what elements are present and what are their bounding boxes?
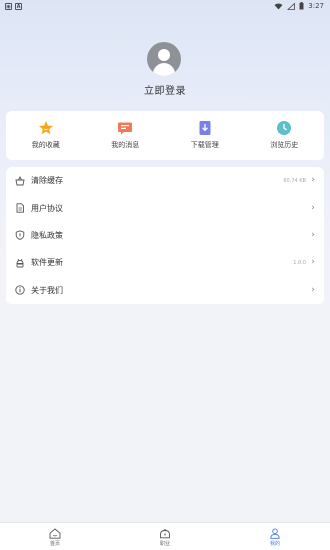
basket-icon (14, 175, 25, 186)
row-label-software-update: 软件更新 (31, 258, 63, 268)
status-bar: ◉ A 3:27 (0, 0, 330, 14)
tab-label-home: 首页 (49, 541, 60, 547)
avatar-head (158, 49, 170, 61)
list-item-software-update[interactable]: 软件更新 1.0.0 › (6, 249, 324, 276)
row-label-about-us: 关于我们 (31, 285, 63, 295)
settings-list: 清除缓存 60.74 KB › 用户协议 › 隐私政策 › 软件更新 1.0.0… (6, 167, 324, 304)
status-time: 3:27 (308, 2, 324, 10)
shield-icon (14, 230, 25, 241)
bottom-tab-bar: 首页 职业 我的 (0, 522, 330, 550)
row-label-user-agreement: 用户协议 (31, 203, 63, 213)
chevron-right-icon: › (311, 284, 315, 295)
cache-size: 60.74 KB (283, 177, 306, 184)
tab-label-career: 职业 (159, 541, 170, 547)
tab-mine[interactable]: 我的 (220, 523, 330, 550)
status-left: ◉ A (5, 3, 22, 10)
download-icon (196, 119, 214, 137)
tab-label-mine: 我的 (269, 541, 280, 547)
quick-item-favorites[interactable]: 我的收藏 (6, 111, 86, 160)
document-icon (14, 203, 25, 214)
row-label-privacy-policy: 隐私政策 (31, 230, 63, 240)
star-icon (37, 119, 55, 137)
quick-item-messages[interactable]: 我的消息 (86, 111, 166, 160)
status-right: 3:27 (274, 2, 324, 10)
quick-label-history: 浏览历史 (270, 141, 299, 149)
quick-label-favorites: 我的收藏 (31, 141, 60, 149)
quick-label-downloads: 下载管理 (190, 141, 219, 149)
info-icon (14, 285, 25, 296)
chevron-right-icon: › (311, 202, 315, 213)
tab-career[interactable]: 职业 (110, 523, 220, 550)
list-item-privacy-policy[interactable]: 隐私政策 › (6, 222, 324, 249)
notification-icon: ◉ (5, 3, 12, 10)
message-icon (116, 119, 134, 137)
chevron-right-icon: › (311, 257, 315, 268)
wifi-icon (274, 3, 283, 9)
tab-home[interactable]: 首页 (0, 523, 110, 550)
quick-item-downloads[interactable]: 下载管理 (165, 111, 245, 160)
history-icon (275, 119, 293, 137)
quick-label-messages: 我的消息 (111, 141, 140, 149)
app-version: 1.0.0 (293, 259, 306, 266)
login-button[interactable]: 立即登录 (0, 82, 330, 97)
person-icon (269, 527, 281, 539)
row-label-clear-cache: 清除缓存 (31, 176, 63, 186)
android-icon (14, 257, 25, 268)
battery-icon (299, 2, 304, 10)
list-item-user-agreement[interactable]: 用户协议 › (6, 194, 324, 221)
chevron-right-icon: › (311, 229, 315, 240)
a-icon: A (15, 3, 22, 10)
list-item-about-us[interactable]: 关于我们 › (6, 277, 324, 304)
career-icon (159, 527, 171, 539)
quick-item-history[interactable]: 浏览历史 (245, 111, 325, 160)
home-icon (49, 527, 61, 539)
list-item-clear-cache[interactable]: 清除缓存 60.74 KB › (6, 167, 324, 194)
avatar-body (153, 63, 175, 76)
signal-icon (287, 2, 296, 10)
quick-actions-card: 我的收藏 我的消息 下载管理 浏览历史 (6, 111, 324, 160)
chevron-right-icon: › (311, 175, 315, 186)
avatar[interactable] (147, 42, 181, 76)
